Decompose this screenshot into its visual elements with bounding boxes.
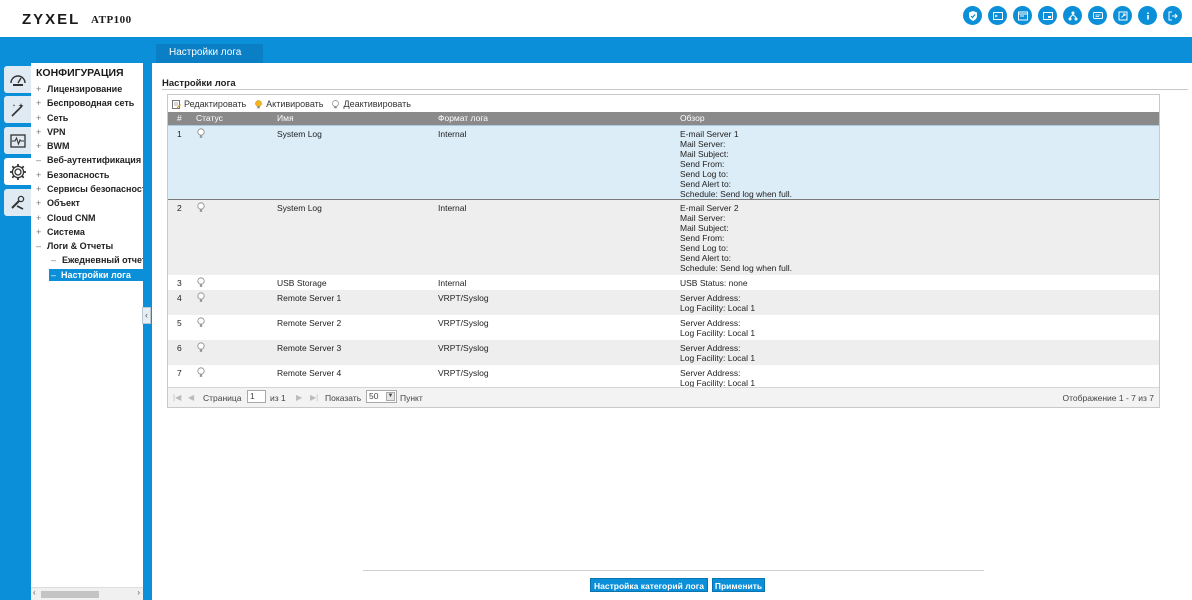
info-icon[interactable] xyxy=(1138,6,1157,25)
first-page-icon[interactable]: |◀ xyxy=(173,393,181,402)
wizard-icon[interactable] xyxy=(4,96,31,123)
display-range: Отображение 1 - 7 из 7 xyxy=(1062,393,1154,403)
nav-sub-daily-report[interactable]: – Ежедневный отчет xyxy=(51,255,143,265)
panel-divider xyxy=(143,63,152,600)
nav-item-wireless[interactable]: + Беспроводная сеть xyxy=(36,98,134,108)
gear-icon[interactable] xyxy=(4,158,31,185)
nav-item-security-services[interactable]: + Сервисы безопасности xyxy=(36,184,143,194)
cli-icon[interactable] xyxy=(1013,6,1032,25)
monitor-icon[interactable] xyxy=(4,127,31,154)
scroll-left-arrow[interactable]: ‹ xyxy=(33,588,36,597)
col-summary[interactable]: Обзор xyxy=(680,113,705,123)
col-format[interactable]: Формат лога xyxy=(438,113,488,123)
nav-item-licensing[interactable]: + Лицензирование xyxy=(36,84,122,94)
deactivate-button[interactable]: Деактивировать xyxy=(331,99,411,109)
footer-divider xyxy=(363,570,984,571)
table-row[interactable]: 6 Remote Server 3 VRPT/Syslog Server Add… xyxy=(168,340,1159,365)
model-name: ATP100 xyxy=(91,14,132,26)
status-bulb-off-icon xyxy=(197,367,205,377)
page-label: Страница xyxy=(203,393,242,403)
table-row[interactable]: 1 System Log Internal E-mail Server 1 Ma… xyxy=(168,125,1159,200)
items-label: Пункт xyxy=(400,393,423,403)
tools-icon[interactable] xyxy=(4,189,31,216)
col-name[interactable]: Имя xyxy=(277,113,294,123)
edit-button[interactable]: Редактировать xyxy=(172,99,246,109)
table-row[interactable]: 3 USB Storage Internal USB Status: none xyxy=(168,275,1159,290)
table-row[interactable]: 4 Remote Server 1 VRPT/Syslog Server Add… xyxy=(168,290,1159,315)
console-icon[interactable] xyxy=(988,6,1007,25)
nav-item-bwm[interactable]: + BWM xyxy=(36,141,70,151)
chat-icon[interactable] xyxy=(1088,6,1107,25)
shield-icon[interactable] xyxy=(963,6,982,25)
table-row[interactable]: 2 System Log Internal E-mail Server 2 Ma… xyxy=(168,200,1159,275)
zyxel-logo: ZYXEL xyxy=(22,11,81,28)
table-row[interactable]: 5 Remote Server 2 VRPT/Syslog Server Add… xyxy=(168,315,1159,340)
nav-item-web-auth[interactable]: – Веб-аутентификация xyxy=(36,155,141,165)
nav-item-vpn[interactable]: + VPN xyxy=(36,127,66,137)
logout-icon[interactable] xyxy=(1163,6,1182,25)
edit-icon xyxy=(172,99,181,109)
status-bulb-off-icon xyxy=(197,277,205,287)
grid-toolbar: Редактировать Активировать Деактивироват… xyxy=(172,97,411,111)
page-size-select[interactable]: 50 ▼ xyxy=(366,390,397,403)
chevron-down-icon: ▼ xyxy=(386,392,395,401)
scroll-right-arrow[interactable]: › xyxy=(137,588,140,597)
section-title: Настройки лога xyxy=(162,78,236,89)
tab-log-settings[interactable]: Настройки лога xyxy=(156,44,263,63)
nav-item-system[interactable]: + Система xyxy=(36,227,85,237)
col-status[interactable]: Статус xyxy=(196,113,223,123)
nav-item-network[interactable]: + Сеть xyxy=(36,113,68,123)
col-num[interactable]: # xyxy=(177,113,182,123)
pager: |◀ ◀ Страница 1 из 1 ▶ ▶| Показать 50 ▼ П… xyxy=(168,387,1159,407)
left-rail xyxy=(0,63,31,600)
sitemap-icon[interactable] xyxy=(1063,6,1082,25)
bulb-off-icon xyxy=(332,99,340,108)
dashboard-icon[interactable] xyxy=(4,66,31,93)
activate-button[interactable]: Активировать xyxy=(254,99,323,109)
nav-horizontal-scrollbar[interactable]: ‹ › xyxy=(31,587,143,600)
scroll-thumb[interactable] xyxy=(41,591,99,598)
section-divider xyxy=(162,89,1188,90)
export-icon[interactable] xyxy=(1113,6,1132,25)
log-settings-grid: Редактировать Активировать Деактивироват… xyxy=(167,94,1160,408)
show-label: Показать xyxy=(325,393,362,403)
last-page-icon[interactable]: ▶| xyxy=(310,393,318,402)
nav-title: КОНФИГУРАЦИЯ xyxy=(36,67,124,79)
apply-button[interactable]: Применить xyxy=(712,578,765,592)
window-icon[interactable] xyxy=(1038,6,1057,25)
status-bulb-off-icon xyxy=(197,202,205,212)
nav-item-security[interactable]: + Безопасность xyxy=(36,170,109,180)
prev-page-icon[interactable]: ◀ xyxy=(188,393,194,402)
nav-item-cloud-cnm[interactable]: + Cloud CNM xyxy=(36,213,96,223)
top-bar: ZYXEL ATP100 xyxy=(0,0,1192,37)
table-header: # Статус Имя Формат лога Обзор xyxy=(168,112,1159,125)
status-bulb-off-icon xyxy=(197,128,205,138)
nav-item-logs-reports[interactable]: – Логи & Отчеты xyxy=(36,241,113,251)
page-count: из 1 xyxy=(270,393,286,403)
top-icon-bar xyxy=(963,6,1182,25)
status-bulb-off-icon xyxy=(197,317,205,327)
nav-item-object[interactable]: + Объект xyxy=(36,198,80,208)
collapse-panel-button[interactable]: ‹ xyxy=(142,307,151,324)
next-page-icon[interactable]: ▶ xyxy=(296,393,302,402)
bulb-on-icon xyxy=(255,99,262,108)
config-nav: КОНФИГУРАЦИЯ + Лицензирование + Беспроводн… xyxy=(31,63,143,587)
page-number-input[interactable]: 1 xyxy=(247,390,266,403)
nav-sub-log-settings[interactable]: – Настройки лога xyxy=(49,269,143,281)
status-bulb-off-icon xyxy=(197,292,205,302)
log-category-settings-button[interactable]: Настройка категорий лога xyxy=(590,578,708,592)
status-bulb-off-icon xyxy=(197,342,205,352)
